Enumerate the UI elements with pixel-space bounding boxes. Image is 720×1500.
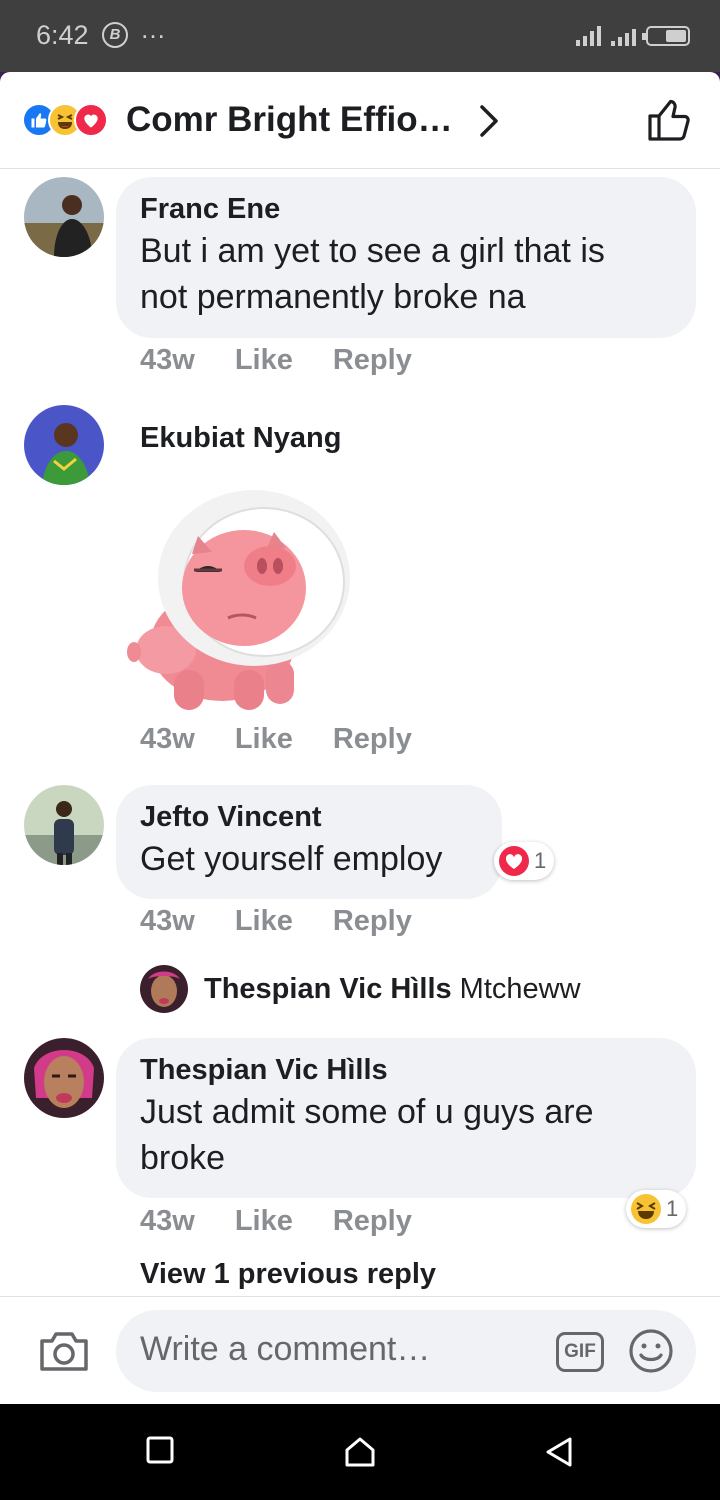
system-nav-bar	[0, 1404, 720, 1500]
reply-link[interactable]: Reply	[333, 344, 412, 377]
reply-author[interactable]: Thespian Vic Hìlls	[204, 973, 452, 1006]
comment-placeholder: Write a comment…	[140, 1330, 431, 1368]
comment-composer: Write a comment… GIF	[0, 1296, 720, 1404]
comments-header: Comr Bright Effio…	[0, 72, 720, 169]
signal-battery-group	[576, 24, 690, 46]
reaction-count: 1	[534, 848, 547, 873]
avatar[interactable]	[24, 1038, 104, 1118]
chevron-right-icon[interactable]	[476, 104, 502, 143]
comment-text: not permanently broke na	[140, 278, 526, 316]
comment-bubble[interactable]: Franc Ene But i am yet to see a girl tha…	[116, 177, 696, 338]
like-link[interactable]: Like	[235, 1205, 293, 1238]
haha-reaction-icon	[631, 1194, 661, 1224]
comment-bubble[interactable]: Thespian Vic Hìlls Just admit some of u …	[116, 1038, 696, 1198]
avatar[interactable]	[24, 785, 104, 865]
b-notification-icon: B	[102, 22, 128, 48]
reply-link[interactable]: Reply	[333, 905, 412, 938]
gif-icon[interactable]: GIF	[556, 1332, 604, 1372]
like-link[interactable]: Like	[235, 344, 293, 377]
back-icon[interactable]	[544, 1436, 574, 1473]
reaction-count: 1	[666, 1196, 679, 1221]
avatar[interactable]	[24, 177, 104, 257]
comment-actions: 43w Like Reply	[140, 1205, 452, 1238]
like-link[interactable]: Like	[235, 905, 293, 938]
comment-author[interactable]: Thespian Vic Hìlls	[140, 1054, 672, 1087]
comment-author[interactable]: Ekubiat Nyang	[140, 422, 341, 455]
comment-text: broke	[140, 1139, 226, 1177]
post-author-title[interactable]: Comr Bright Effio…	[126, 100, 453, 140]
comment-age[interactable]: 43w	[140, 723, 195, 756]
comment-input[interactable]: Write a comment… GIF	[116, 1310, 696, 1392]
comment-bubble[interactable]: Jefto Vincent Get yourself employ	[116, 785, 502, 899]
reaction-summary[interactable]	[22, 103, 108, 137]
more-notifications-icon: …	[140, 14, 167, 44]
status-bar: 6:42 B …	[0, 0, 720, 72]
love-reaction-icon	[74, 103, 108, 137]
reaction-count-badge[interactable]: 1	[626, 1190, 687, 1228]
comment-actions: 43w Like Reply	[140, 723, 452, 756]
reply-link[interactable]: Reply	[333, 1205, 412, 1238]
signal-icon	[576, 24, 601, 46]
comment-age[interactable]: 43w	[140, 344, 195, 377]
status-time: 6:42	[36, 20, 89, 50]
reply-link[interactable]: Reply	[333, 723, 412, 756]
comment-actions: 43w Like Reply	[140, 344, 452, 377]
comment-author[interactable]: Franc Ene	[140, 193, 672, 226]
comment-text: But i am yet to see a girl that is	[140, 232, 605, 270]
comment-age[interactable]: 43w	[140, 905, 195, 938]
signal-icon-2	[611, 24, 636, 46]
view-previous-replies-link[interactable]: View 1 previous reply	[140, 1258, 436, 1291]
home-icon[interactable]	[344, 1436, 376, 1473]
reply-preview[interactable]: Thespian Vic Hìlls Mtcheww	[140, 965, 581, 1013]
comment-age[interactable]: 43w	[140, 1205, 195, 1238]
camera-icon[interactable]	[38, 1329, 90, 1378]
comment-text: Get yourself employ	[140, 840, 443, 878]
thumbs-up-icon[interactable]	[646, 98, 692, 147]
love-reaction-icon	[499, 846, 529, 876]
pig-sticker[interactable]	[126, 480, 356, 716]
emoji-icon[interactable]	[628, 1328, 674, 1379]
comment-author[interactable]: Jefto Vincent	[140, 801, 478, 834]
battery-icon	[642, 26, 690, 46]
like-link[interactable]: Like	[235, 723, 293, 756]
reaction-count-badge[interactable]: 1	[494, 842, 555, 880]
recents-icon[interactable]	[146, 1436, 174, 1469]
comment-text: Just admit some of u guys are	[140, 1093, 594, 1131]
avatar[interactable]	[140, 965, 188, 1013]
avatar[interactable]	[24, 405, 104, 485]
comment-actions: 43w Like Reply	[140, 905, 452, 938]
reply-text: Mtcheww	[459, 972, 581, 1005]
